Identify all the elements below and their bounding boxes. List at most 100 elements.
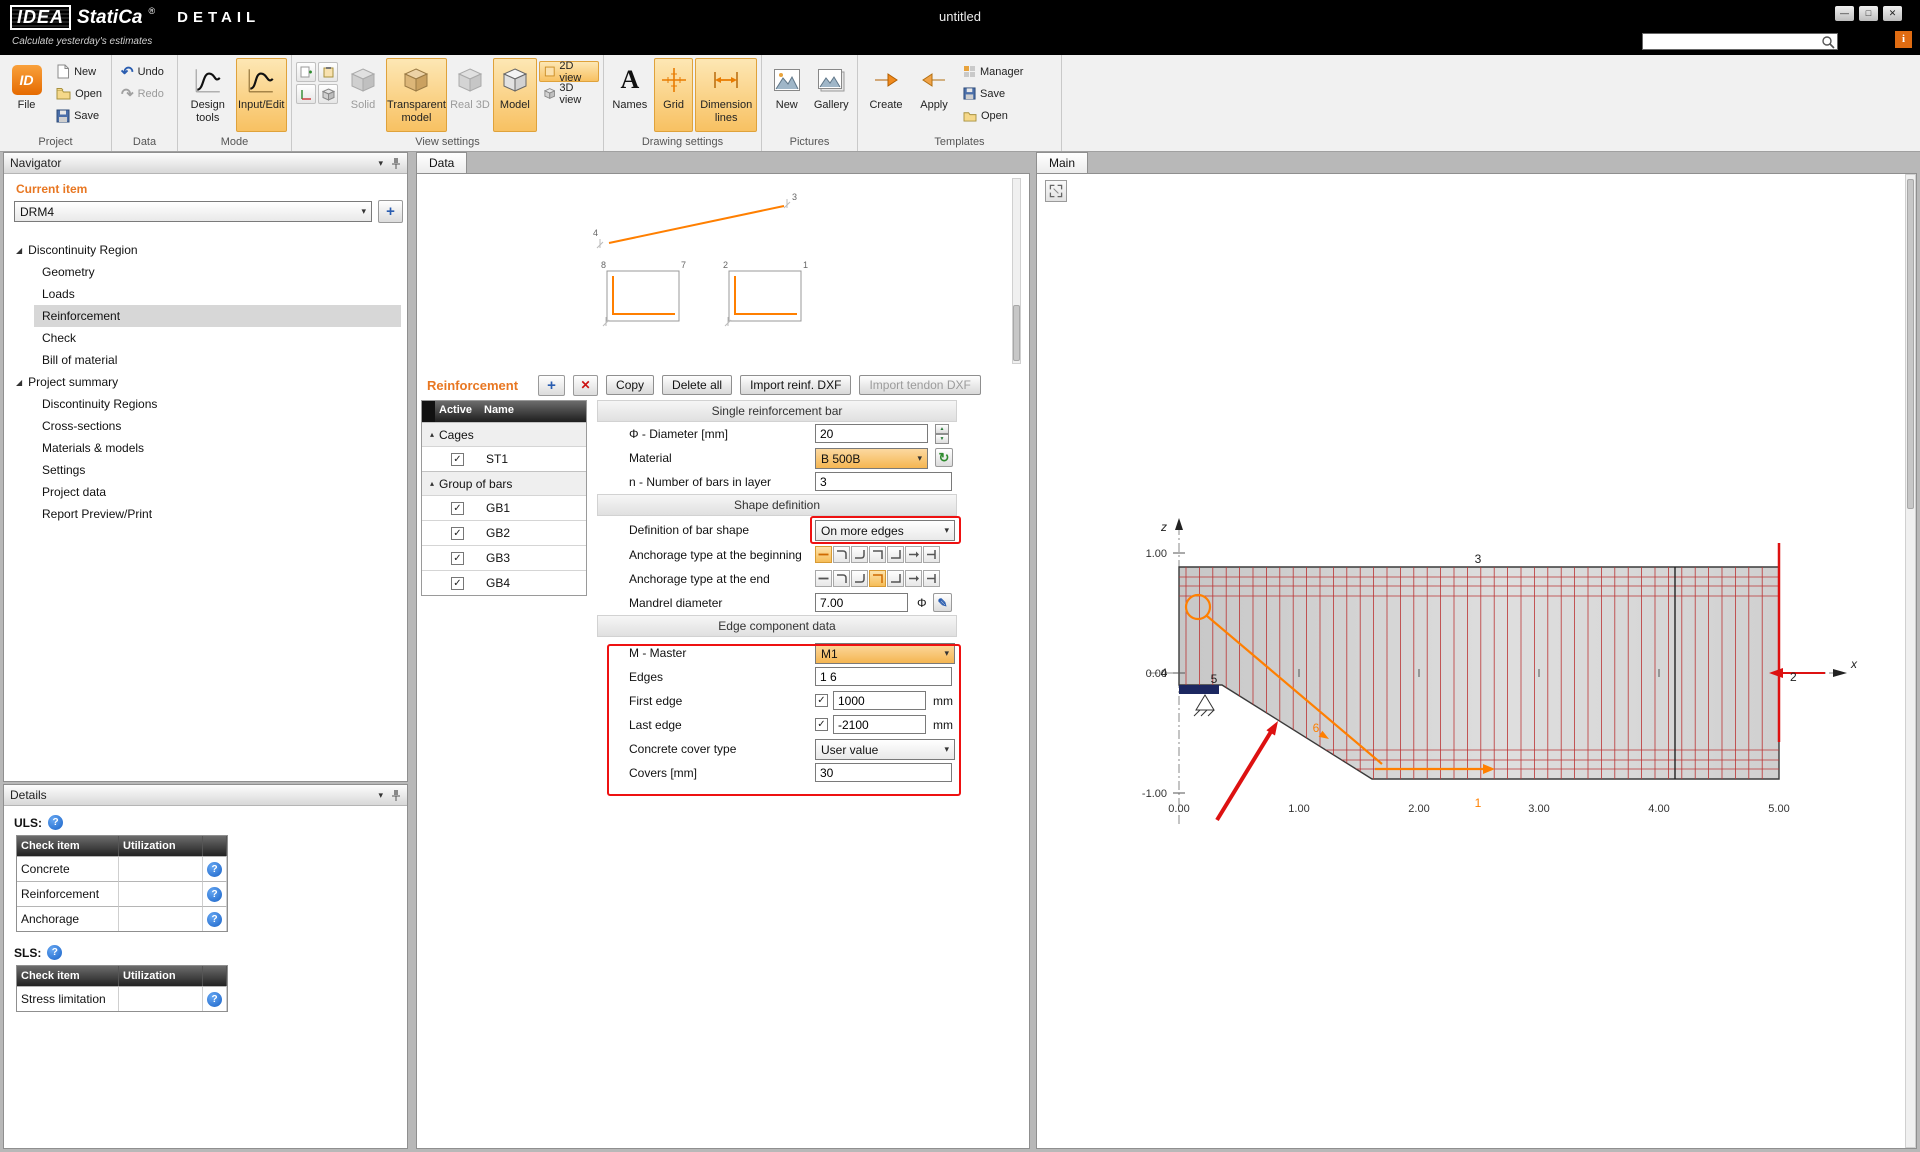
- active-checkbox[interactable]: ✓: [451, 577, 464, 590]
- coordinate-axes-button[interactable]: [296, 84, 316, 104]
- nav-item-cross-sections[interactable]: Cross-sections: [4, 415, 407, 437]
- paste-picture-button[interactable]: [318, 62, 338, 82]
- diameter-spinner[interactable]: ▲ ▼: [935, 424, 949, 443]
- template-open-button[interactable]: Open: [958, 105, 1028, 126]
- nav-item-reinforcement[interactable]: Reinforcement: [34, 305, 401, 327]
- import-reinf-dxf-button[interactable]: Import reinf. DXF: [740, 375, 851, 395]
- template-apply-button[interactable]: Apply: [912, 58, 956, 132]
- expander-icon[interactable]: ◢: [16, 378, 22, 387]
- anchorage-bend-up-button[interactable]: [887, 570, 904, 587]
- row-name[interactable]: GB4: [480, 570, 586, 595]
- iso-view-button[interactable]: [318, 84, 338, 104]
- scrollbar-thumb[interactable]: [1907, 179, 1914, 509]
- chevron-down-icon[interactable]: ▾: [378, 790, 383, 801]
- mandrel-diameter-input[interactable]: [815, 593, 908, 612]
- edit-mandrel-button[interactable]: ✎: [933, 593, 952, 612]
- input-edit-button[interactable]: Input/Edit: [236, 58, 288, 132]
- picture-new-button[interactable]: New: [766, 58, 808, 132]
- row-name[interactable]: GB3: [480, 545, 586, 570]
- dimension-lines-button[interactable]: Dimension lines: [695, 58, 757, 132]
- anchorage-bend-down-button[interactable]: [869, 546, 886, 563]
- delete-all-button[interactable]: Delete all: [662, 375, 732, 395]
- nav-item-project-data[interactable]: Project data: [4, 481, 407, 503]
- nav-item-materials-models[interactable]: Materials & models: [4, 437, 407, 459]
- nav-item-loads[interactable]: Loads: [4, 283, 407, 305]
- tab-data[interactable]: Data: [416, 152, 467, 173]
- active-checkbox[interactable]: ✓: [451, 527, 464, 540]
- add-reinforcement-button[interactable]: +: [538, 375, 565, 396]
- chevron-down-icon[interactable]: ▾: [378, 158, 383, 169]
- anchorage-arrow-button[interactable]: [905, 570, 922, 587]
- nav-item-report-preview-print[interactable]: Report Preview/Print: [4, 503, 407, 525]
- nav-item-bill-of-material[interactable]: Bill of material: [4, 349, 407, 371]
- close-button[interactable]: ✕: [1883, 6, 1902, 21]
- design-tools-button[interactable]: Design tools: [182, 58, 234, 132]
- anchorage-bend-down-button[interactable]: [869, 570, 886, 587]
- scrollbar-thumb[interactable]: [1013, 305, 1020, 361]
- nav-item-settings[interactable]: Settings: [4, 459, 407, 481]
- current-item-select[interactable]: DRM4 ▾: [14, 201, 372, 222]
- minimize-button[interactable]: —: [1835, 6, 1854, 21]
- picture-gallery-button[interactable]: Gallery: [810, 58, 853, 132]
- anchorage-straight-button[interactable]: [815, 570, 832, 587]
- view-3d-button[interactable]: 3D view: [539, 83, 599, 104]
- cover-type-select[interactable]: User value ▾: [815, 739, 955, 760]
- template-manager-button[interactable]: Manager: [958, 61, 1028, 82]
- nav-item-check[interactable]: Check: [4, 327, 407, 349]
- anchorage-arrow-button[interactable]: [905, 546, 922, 563]
- nav-item-discontinuity-regions[interactable]: Discontinuity Regions: [4, 393, 407, 415]
- first-edge-input[interactable]: [833, 691, 926, 710]
- active-checkbox[interactable]: ✓: [451, 552, 464, 565]
- bars-in-layer-input[interactable]: [815, 472, 952, 491]
- pin-icon[interactable]: [391, 789, 401, 802]
- search-input[interactable]: [1643, 35, 1821, 48]
- preview-scrollbar[interactable]: [1012, 178, 1021, 364]
- anchorage-hook-up-button[interactable]: [851, 546, 868, 563]
- template-save-button[interactable]: Save: [958, 83, 1028, 104]
- copy-button[interactable]: Copy: [606, 375, 654, 395]
- add-item-button[interactable]: +: [378, 200, 403, 223]
- help-icon[interactable]: ?: [207, 862, 222, 877]
- help-icon[interactable]: ?: [207, 887, 222, 902]
- tab-main[interactable]: Main: [1036, 152, 1088, 173]
- row-name[interactable]: ST1: [480, 446, 586, 471]
- info-button[interactable]: i: [1895, 31, 1912, 48]
- structure-drawing[interactable]: z x 1.00 0.00 -1.00 0.00 1.00 2.00 3.00 …: [1037, 174, 1903, 1146]
- anchorage-hook-up-button[interactable]: [851, 570, 868, 587]
- first-edge-checkbox[interactable]: ✓: [815, 694, 828, 707]
- material-select[interactable]: B 500B ▾: [815, 448, 928, 469]
- active-checkbox[interactable]: ✓: [451, 453, 464, 466]
- active-checkbox[interactable]: ✓: [451, 502, 464, 515]
- group-row-cages[interactable]: ▴Cages: [422, 422, 586, 446]
- maximize-button[interactable]: □: [1859, 6, 1878, 21]
- spin-down-icon[interactable]: ▼: [935, 434, 949, 444]
- help-icon[interactable]: ?: [207, 992, 222, 1007]
- new-button[interactable]: New: [51, 61, 107, 82]
- delete-reinforcement-button[interactable]: ✕: [573, 375, 598, 396]
- real-3d-button[interactable]: Real 3D: [449, 58, 491, 132]
- anchorage-hook-down-button[interactable]: [833, 570, 850, 587]
- anchorage-plate-button[interactable]: [923, 570, 940, 587]
- last-edge-checkbox[interactable]: ✓: [815, 718, 828, 731]
- covers-input[interactable]: [815, 763, 952, 782]
- spin-up-icon[interactable]: ▲: [935, 424, 949, 434]
- anchorage-straight-button[interactable]: [815, 546, 832, 563]
- material-refresh-button[interactable]: ↻: [935, 448, 953, 467]
- diameter-input[interactable]: [815, 424, 928, 443]
- row-name[interactable]: GB1: [480, 495, 586, 520]
- solid-button[interactable]: Solid: [342, 58, 384, 132]
- help-icon[interactable]: ?: [207, 912, 222, 927]
- view-2d-button[interactable]: 2D view: [539, 61, 599, 82]
- help-icon[interactable]: ?: [48, 815, 63, 830]
- main-scrollbar[interactable]: [1905, 174, 1916, 1148]
- import-tendon-dxf-button[interactable]: Import tendon DXF: [859, 375, 980, 395]
- bar-shape-select[interactable]: On more edges ▾: [815, 520, 955, 541]
- concrete-member[interactable]: [1179, 567, 1779, 779]
- anchorage-plate-button[interactable]: [923, 546, 940, 563]
- expander-icon[interactable]: ◢: [16, 246, 22, 255]
- edges-input[interactable]: [815, 667, 952, 686]
- row-name[interactable]: GB2: [480, 520, 586, 545]
- open-button[interactable]: Open: [51, 83, 107, 104]
- group-row-bars[interactable]: ▴Group of bars: [422, 471, 586, 495]
- file-button[interactable]: ID File: [4, 58, 49, 132]
